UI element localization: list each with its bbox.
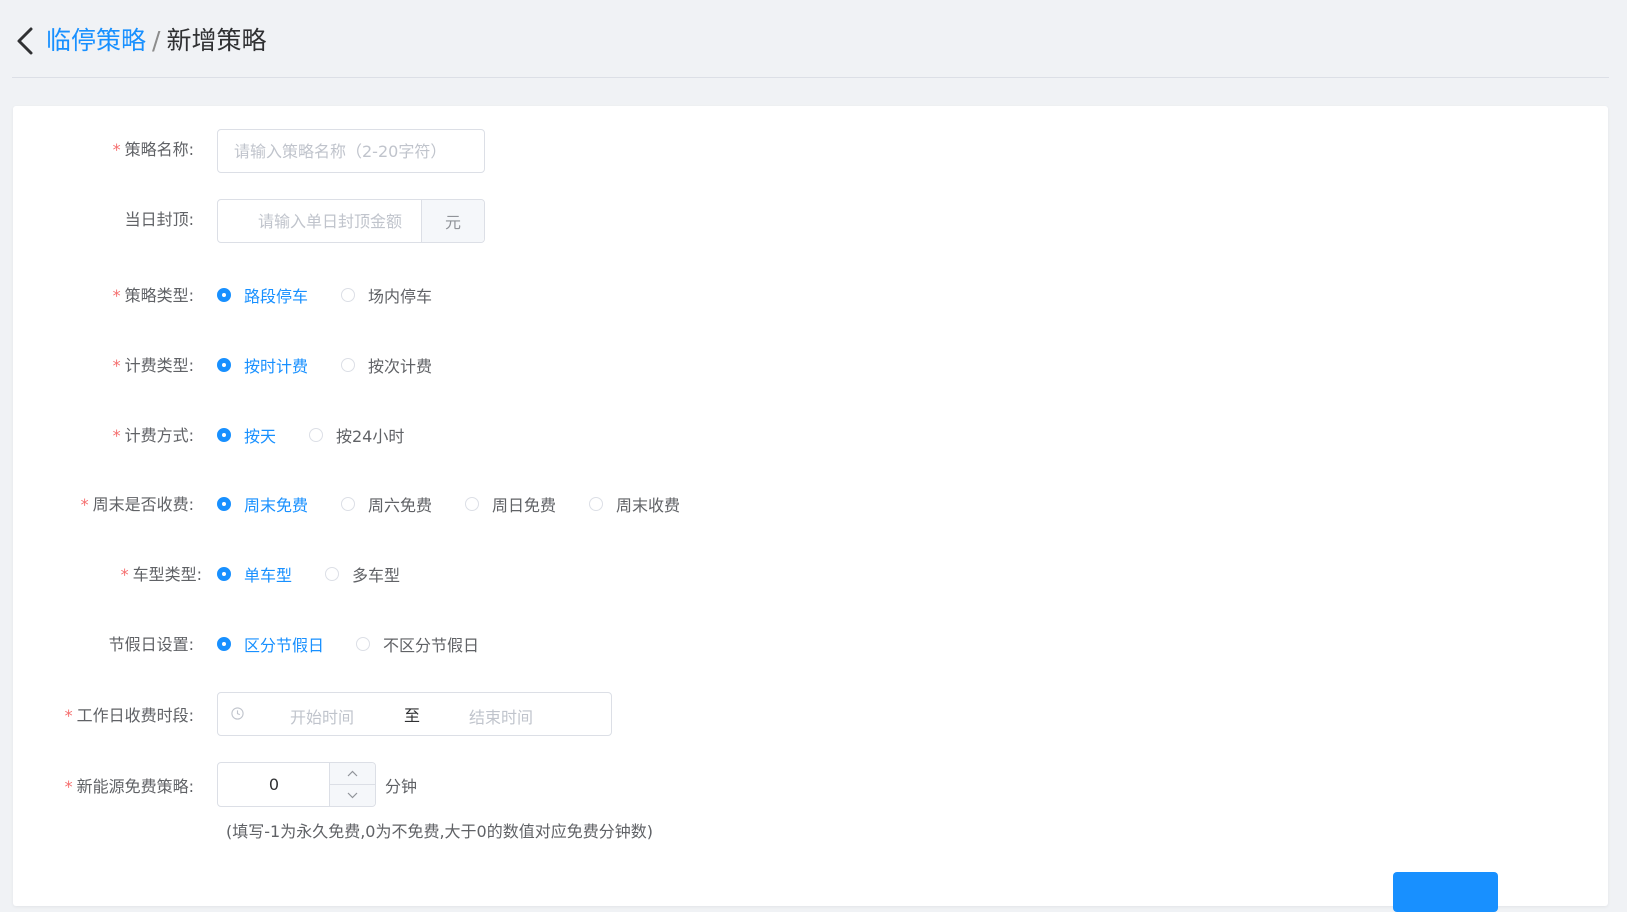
radio-label: 周日免费 (492, 496, 557, 515)
holiday-setting-label: 节假日设置: (109, 631, 194, 655)
saturday-free-radio[interactable]: 周六免费 (341, 492, 432, 516)
weekend-charged-radio[interactable]: 周末收费 (589, 492, 680, 516)
policy-name-label-text: 策略名称: (124, 140, 194, 159)
holiday-no-distinguish-radio[interactable]: 不区分节假日 (356, 632, 479, 656)
daily-cap-field: 元 (217, 199, 485, 243)
radio-circle (309, 428, 323, 442)
breadcrumb-current: 新增策略 (166, 26, 267, 55)
increase-button[interactable] (330, 763, 375, 785)
fee-type-label: * 计费类型: (113, 352, 194, 376)
required-mark: * (112, 286, 121, 305)
breadcrumb-parent-link[interactable]: 临停策略 (46, 26, 146, 55)
radio-circle (217, 567, 231, 581)
new-energy-label: * 新能源免费策略: (65, 773, 194, 797)
range-separator: 至 (404, 706, 421, 725)
policy-type-lot-radio[interactable]: 场内停车 (341, 283, 432, 307)
holiday-setting-label-text: 节假日设置: (108, 635, 194, 654)
clock-icon (231, 707, 244, 720)
fee-mode-label: * 计费方式: (113, 422, 194, 446)
fee-mode-label-text: 计费方式: (124, 426, 194, 445)
radio-circle (465, 497, 479, 511)
fee-type-hourly-radio[interactable]: 按时计费 (217, 353, 308, 377)
vehicle-multi-radio[interactable]: 多车型 (325, 562, 400, 586)
radio-label: 周六免费 (368, 496, 433, 515)
radio-label: 按时计费 (244, 357, 309, 376)
chevron-up-icon (347, 770, 358, 777)
radio-label: 周末收费 (616, 496, 681, 515)
end-time-input[interactable]: 结束时间 (469, 704, 533, 728)
required-mark: * (112, 140, 121, 159)
radio-label: 按24小时 (336, 427, 405, 446)
vehicle-type-label-text: 车型类型: (132, 565, 202, 584)
daily-cap-input[interactable] (218, 200, 424, 242)
start-time-input[interactable]: 开始时间 (290, 704, 354, 728)
daily-cap-label: 当日封顶: (125, 206, 194, 230)
daily-cap-label-text: 当日封顶: (124, 210, 194, 229)
vehicle-single-radio[interactable]: 单车型 (217, 562, 292, 586)
decrease-button[interactable] (330, 785, 375, 806)
fee-type-per-visit-radio[interactable]: 按次计费 (341, 353, 432, 377)
policy-type-road-radio[interactable]: 路段停车 (217, 283, 308, 307)
stepper-controls (329, 763, 375, 806)
policy-type-label-text: 策略类型: (124, 286, 194, 305)
new-energy-minutes-input[interactable]: 0 (218, 763, 330, 806)
radio-circle (217, 358, 231, 372)
policy-name-label: * 策略名称: (113, 136, 194, 160)
required-mark: * (80, 495, 89, 514)
minutes-unit: 分钟 (385, 777, 418, 796)
radio-circle (341, 497, 355, 511)
breadcrumb-separator: / (152, 26, 161, 55)
required-mark: * (64, 706, 73, 725)
back-chevron-icon[interactable] (14, 26, 36, 56)
weekend-free-radio[interactable]: 周末免费 (217, 492, 308, 516)
radio-circle (217, 428, 231, 442)
workday-time-range-picker[interactable]: 开始时间 至 结束时间 (217, 692, 612, 736)
radio-label: 周末免费 (244, 496, 309, 515)
currency-unit: 元 (421, 200, 484, 242)
radio-label: 按次计费 (368, 357, 433, 376)
policy-name-field (217, 129, 485, 173)
breadcrumb: 临停策略 / 新增策略 (46, 24, 266, 58)
radio-circle (589, 497, 603, 511)
required-mark: * (64, 777, 73, 796)
required-mark: * (112, 356, 121, 375)
radio-circle (341, 288, 355, 302)
radio-label: 区分节假日 (244, 636, 325, 655)
radio-circle (325, 567, 339, 581)
submit-button[interactable] (1393, 872, 1498, 912)
radio-label: 路段停车 (244, 287, 309, 306)
radio-circle (217, 497, 231, 511)
radio-label: 按天 (244, 427, 277, 446)
radio-circle (217, 637, 231, 651)
policy-name-input[interactable] (218, 130, 484, 172)
new-energy-label-text: 新能源免费策略: (76, 777, 194, 796)
radio-circle (341, 358, 355, 372)
header-divider (12, 77, 1609, 78)
workday-period-label-text: 工作日收费时段: (76, 706, 194, 725)
radio-label: 单车型 (244, 566, 293, 585)
fee-mode-by-day-radio[interactable]: 按天 (217, 423, 276, 447)
vehicle-type-label: * 车型类型: (121, 561, 202, 585)
fee-type-label-text: 计费类型: (124, 356, 194, 375)
holiday-distinguish-radio[interactable]: 区分节假日 (217, 632, 324, 656)
weekend-charge-label-text: 周末是否收费: (92, 495, 194, 514)
fee-mode-24h-radio[interactable]: 按24小时 (309, 423, 404, 447)
required-mark: * (112, 426, 121, 445)
sunday-free-radio[interactable]: 周日免费 (465, 492, 556, 516)
chevron-down-icon (347, 792, 358, 799)
policy-type-label: * 策略类型: (113, 282, 194, 306)
weekend-charge-label: * 周末是否收费: (81, 491, 194, 515)
radio-label: 多车型 (352, 566, 401, 585)
radio-circle (356, 637, 370, 651)
page-header: 临停策略 / 新增策略 (0, 0, 1627, 78)
radio-label: 不区分节假日 (383, 636, 480, 655)
radio-label: 场内停车 (368, 287, 433, 306)
new-energy-minutes-stepper: 0 (217, 762, 376, 807)
required-mark: * (120, 565, 129, 584)
workday-period-label: * 工作日收费时段: (65, 702, 194, 726)
radio-circle (217, 288, 231, 302)
new-energy-hint: (填写-1为永久免费,0为不免费,大于0的数值对应免费分钟数) (226, 822, 653, 841)
